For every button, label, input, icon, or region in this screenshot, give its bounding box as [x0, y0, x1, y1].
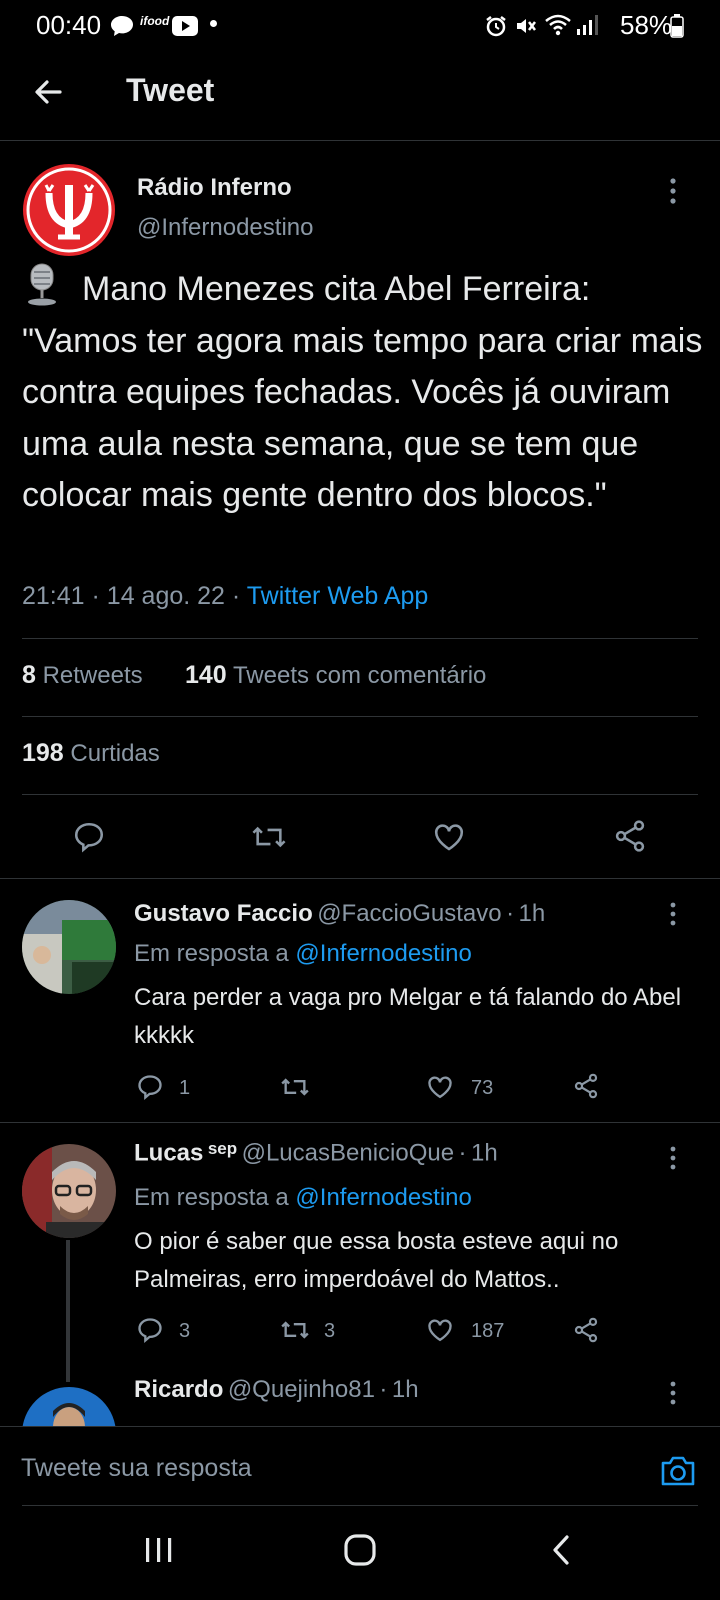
meta-separator: · — [379, 1376, 388, 1403]
reply-icon[interactable] — [72, 820, 106, 854]
share-icon[interactable] — [572, 1316, 600, 1344]
page-title: Tweet — [126, 72, 215, 108]
like-heart-icon[interactable] — [426, 1073, 454, 1101]
reply-time: 1h — [391, 1376, 419, 1403]
reply-author-handle[interactable]: @Quejinho81 — [228, 1376, 375, 1403]
thread-line — [66, 1240, 70, 1382]
tweet-author-handle[interactable]: @Infernodestino — [137, 214, 313, 242]
meta-separator: · — [458, 1139, 467, 1167]
tweet-more-options-icon[interactable] — [670, 178, 676, 204]
share-icon[interactable] — [612, 818, 648, 854]
retweet-icon[interactable] — [279, 1316, 311, 1344]
tweet-author-name[interactable]: Rádio Inferno — [137, 174, 292, 202]
wifi-icon — [544, 13, 572, 37]
back-arrow-icon[interactable] — [32, 76, 64, 108]
reply-time: 1h — [518, 900, 546, 927]
battery-percent: 58% — [620, 10, 673, 40]
like-heart-icon[interactable] — [426, 1316, 454, 1344]
in-reply-to-link[interactable]: @Infernodestino — [295, 1184, 471, 1211]
retweets-label: Retweets — [42, 662, 143, 689]
reply-icon[interactable] — [136, 1316, 164, 1344]
chat-notification-icon — [110, 15, 134, 37]
ifood-icon: ifood — [140, 14, 170, 28]
reply-icon[interactable] — [136, 1073, 164, 1101]
youtube-icon — [172, 16, 198, 36]
in-reply-to: Em resposta a @Infernodestino — [134, 1184, 472, 1212]
reply-text: O pior é saber que essa bosta esteve aqu… — [134, 1228, 619, 1293]
retweet-count: 3 — [324, 1320, 336, 1342]
reply-text: Cara perder a vaga pro Melgar e tá falan… — [134, 984, 682, 1049]
likes-label: Curtidas — [70, 740, 160, 767]
divider — [22, 794, 698, 795]
camera-icon[interactable] — [660, 1454, 696, 1488]
divider — [22, 716, 698, 717]
tweet-text: Mano Menezes cita Abel Ferreira: "Vamos … — [22, 262, 712, 522]
like-count: 73 — [471, 1077, 494, 1099]
in-reply-to: Em resposta a @Infernodestino — [134, 940, 472, 968]
reply-count: 3 — [179, 1320, 191, 1342]
meta-separator: · — [91, 582, 100, 610]
quote-tweets-stat[interactable]: 140 Tweets com comentário — [185, 661, 486, 690]
ricardo-avatar[interactable] — [22, 1387, 116, 1426]
reply-author-handle[interactable]: @LucasBenicioQue — [242, 1139, 454, 1166]
reply-author-name[interactable]: Gustavo Faccio — [134, 900, 313, 927]
reply-author-name-suffix: sep — [207, 1139, 238, 1158]
in-reply-to-link[interactable]: @Infernodestino — [295, 940, 471, 967]
top-app-bar — [0, 52, 720, 140]
mute-icon — [514, 14, 538, 38]
lucas-avatar[interactable] — [22, 1144, 116, 1238]
reply-tweet[interactable]: Ricardo @Quejinho81 · 1h — [0, 1364, 720, 1426]
gustavo-avatar[interactable] — [22, 900, 116, 994]
reply-time: 1h — [470, 1139, 498, 1167]
status-bar: 00:40 ifood 58% — [0, 0, 720, 52]
home-icon[interactable] — [344, 1534, 376, 1566]
retweet-icon[interactable] — [250, 820, 288, 854]
system-navigation-bar — [0, 1506, 720, 1600]
reply-author-handle[interactable]: @FaccioGustavo — [317, 900, 501, 927]
compose-reply-input[interactable]: Tweete sua resposta — [21, 1454, 252, 1483]
tweet-timestamp: 21:41 · 14 ago. 22 · Twitter Web App — [22, 582, 428, 611]
likes-count: 198 — [22, 739, 64, 767]
battery-icon — [670, 14, 684, 38]
reply-header: Gustavo Faccio @FaccioGustavo · 1h — [134, 900, 545, 928]
retweets-stat[interactable]: 8 Retweets — [22, 661, 143, 690]
meta-separator: · — [231, 582, 241, 610]
in-reply-prefix: Em resposta a — [134, 1184, 289, 1211]
radio-inferno-avatar[interactable] — [22, 163, 116, 257]
signal-icon — [576, 14, 598, 36]
like-count: 187 — [471, 1320, 505, 1342]
reply-header: Ricardo @Quejinho81 · 1h — [134, 1376, 419, 1404]
more-notifications-dot-icon — [210, 20, 217, 27]
tweet-text-body: Mano Menezes cita Abel Ferreira: "Vamos … — [22, 270, 703, 514]
alarm-icon — [484, 14, 508, 38]
reply-author-name[interactable]: Lucas — [134, 1139, 203, 1166]
like-heart-icon[interactable] — [432, 820, 466, 854]
divider — [22, 638, 698, 639]
microphone-emoji-icon — [22, 262, 62, 306]
likes-stat[interactable]: 198 Curtidas — [22, 739, 160, 768]
status-time: 00:40 — [36, 10, 102, 40]
reply-more-options-icon[interactable] — [670, 1381, 676, 1405]
meta-separator: · — [506, 900, 515, 927]
reply-more-options-icon[interactable] — [670, 902, 676, 926]
retweets-count: 8 — [22, 661, 36, 689]
tweet-date: 14 ago. 22 — [106, 582, 225, 610]
tweet-time: 21:41 — [22, 582, 85, 610]
quote-tweets-count: 140 — [185, 661, 227, 689]
recent-apps-icon[interactable] — [144, 1536, 174, 1564]
reply-author-name[interactable]: Ricardo — [134, 1376, 223, 1403]
system-back-icon[interactable] — [550, 1534, 572, 1566]
retweet-icon[interactable] — [279, 1073, 311, 1101]
in-reply-prefix: Em resposta a — [134, 940, 289, 967]
reply-more-options-icon[interactable] — [670, 1146, 676, 1170]
reply-header: Lucas sep @LucasBenicioQue · 1h — [134, 1139, 498, 1167]
reply-count: 1 — [179, 1077, 191, 1099]
quote-tweets-label: Tweets com comentário — [232, 662, 487, 689]
tweet-source-link[interactable]: Twitter Web App — [247, 582, 429, 610]
share-icon[interactable] — [572, 1072, 600, 1100]
